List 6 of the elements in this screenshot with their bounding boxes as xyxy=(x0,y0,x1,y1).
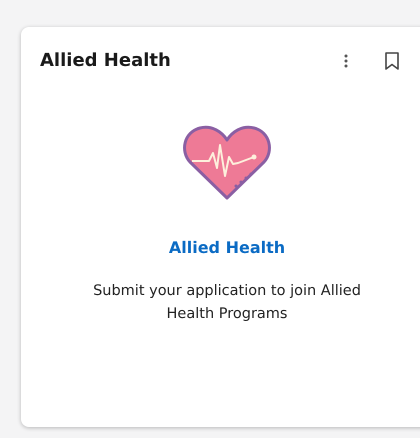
card-title: Allied Health xyxy=(40,49,172,73)
more-vertical-icon xyxy=(344,54,348,68)
heart-pulse-icon xyxy=(182,124,272,202)
bookmark-icon xyxy=(385,52,399,70)
program-link[interactable]: Allied Health xyxy=(168,236,286,260)
card-description: Submit your application to join Allied Health Programs xyxy=(92,282,362,324)
